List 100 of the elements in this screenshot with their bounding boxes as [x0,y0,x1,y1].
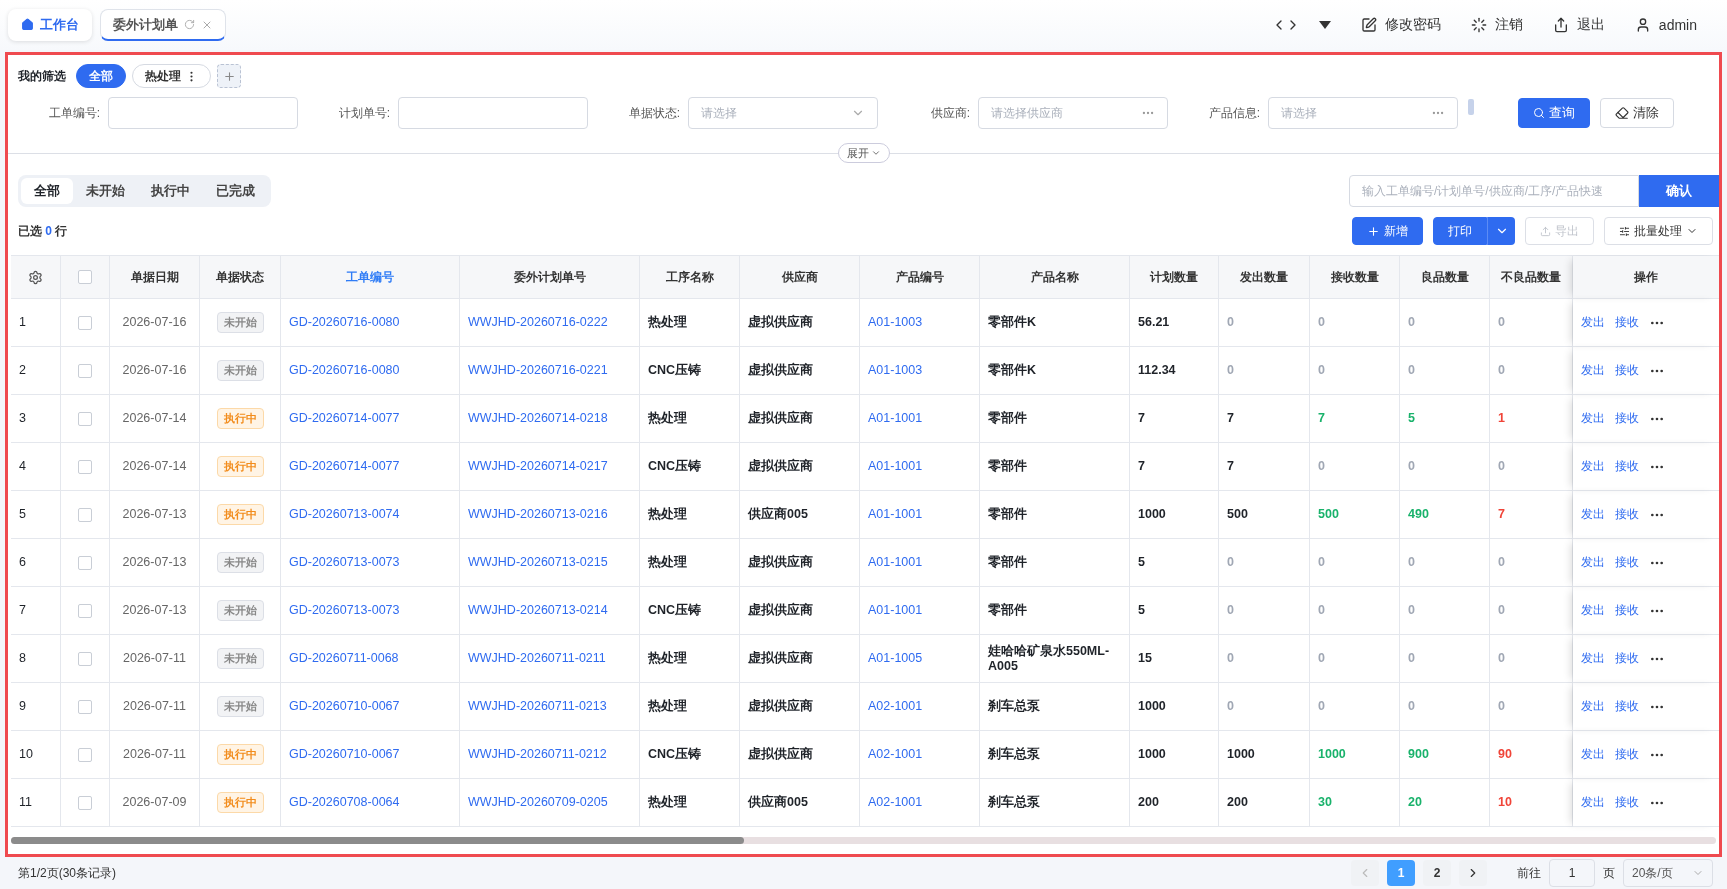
action-link[interactable]: 接收 [1615,362,1639,379]
link[interactable]: WWJHD-20260713-0216 [460,491,640,539]
page-button[interactable]: 1 [1387,860,1415,886]
link[interactable]: A01-1003 [860,347,980,395]
link[interactable]: GD-20260714-0077 [281,443,460,491]
link[interactable]: GD-20260716-0080 [281,299,460,347]
header-link[interactable]: 注销 [1470,16,1523,34]
add-filter-button[interactable] [217,64,241,88]
link[interactable]: GD-20260714-0077 [281,395,460,443]
checkbox[interactable] [78,747,92,762]
action-link[interactable]: 发出 [1581,314,1605,331]
input-field[interactable] [398,97,588,129]
link[interactable]: A01-1003 [860,299,980,347]
link[interactable]: WWJHD-20260716-0221 [460,347,640,395]
checkbox[interactable] [78,555,92,570]
checkbox[interactable] [78,459,92,474]
filter-chip[interactable]: 热处理 [132,64,211,88]
next-page-button[interactable] [1459,860,1487,886]
caret-icon[interactable] [1318,20,1331,30]
link[interactable]: GD-20260713-0073 [281,539,460,587]
action-link[interactable]: 发出 [1581,458,1605,475]
checkbox[interactable] [78,651,92,666]
link[interactable]: WWJHD-20260709-0205 [460,779,640,827]
link[interactable]: GD-20260710-0067 [281,731,460,779]
action-link[interactable]: 接收 [1615,794,1639,811]
page-tab[interactable]: 工作台 [8,9,92,41]
link[interactable]: A02-1001 [860,683,980,731]
link[interactable]: GD-20260710-0067 [281,683,460,731]
checkbox[interactable] [78,363,92,378]
status-tab[interactable]: 已完成 [203,178,268,204]
link[interactable]: WWJHD-20260716-0222 [460,299,640,347]
status-tab[interactable]: 未开始 [73,178,138,204]
link[interactable]: A01-1001 [860,395,980,443]
link[interactable]: WWJHD-20260714-0217 [460,443,640,491]
settings-icon[interactable] [28,269,43,285]
action-link[interactable]: 发出 [1581,410,1605,427]
action-link[interactable]: 接收 [1615,650,1639,667]
link[interactable]: A01-1001 [860,587,980,635]
action-link[interactable]: 发出 [1581,794,1605,811]
link[interactable]: GD-20260713-0074 [281,491,460,539]
link[interactable]: A02-1001 [860,779,980,827]
link[interactable]: WWJHD-20260713-0215 [460,539,640,587]
link[interactable]: A01-1001 [860,443,980,491]
action-link[interactable]: 发出 [1581,554,1605,571]
action-link[interactable]: 接收 [1615,602,1639,619]
action-link[interactable]: 发出 [1581,362,1605,379]
checkbox[interactable] [78,699,92,714]
action-link[interactable]: 发出 [1581,746,1605,763]
link[interactable]: WWJHD-20260714-0218 [460,395,640,443]
page-button[interactable]: 2 [1423,860,1451,886]
add-button[interactable]: 新增 [1352,217,1423,245]
clear-button[interactable]: 清除 [1600,98,1674,128]
table-cell: 7 [1219,395,1310,443]
header-link[interactable]: admin [1634,17,1697,33]
action-link[interactable]: 接收 [1615,314,1639,331]
page-input[interactable]: 1 [1549,859,1595,887]
action-link[interactable]: 接收 [1615,506,1639,523]
status-tab[interactable]: 执行中 [138,178,203,204]
action-link[interactable]: 接收 [1615,410,1639,427]
header-link[interactable]: 退出 [1552,16,1605,34]
link[interactable]: GD-20260716-0080 [281,347,460,395]
action-link[interactable]: 发出 [1581,506,1605,523]
link[interactable]: WWJHD-20260711-0212 [460,731,640,779]
action-link[interactable]: 发出 [1581,602,1605,619]
print-menu-button[interactable] [1487,217,1515,245]
checkbox[interactable] [78,411,92,426]
link[interactable]: WWJHD-20260713-0214 [460,587,640,635]
confirm-button[interactable]: 确认 [1639,175,1719,207]
link[interactable]: A01-1001 [860,491,980,539]
page-size-select[interactable]: 20条/页 [1623,859,1713,887]
action-link[interactable]: 接收 [1615,458,1639,475]
header-link[interactable]: 修改密码 [1360,16,1441,34]
horizontal-scrollbar[interactable] [11,837,1716,844]
action-link[interactable]: 接收 [1615,698,1639,715]
link[interactable]: A02-1001 [860,731,980,779]
status-tab[interactable]: 全部 [21,178,73,204]
action-link[interactable]: 接收 [1615,554,1639,571]
checkbox[interactable] [78,603,92,618]
link[interactable]: WWJHD-20260711-0213 [460,683,640,731]
link[interactable]: WWJHD-20260711-0211 [460,635,640,683]
action-link[interactable]: 发出 [1581,698,1605,715]
checkbox[interactable] [78,315,92,330]
checkbox[interactable] [78,507,92,522]
filter-chip[interactable]: 全部 [76,64,126,88]
action-link[interactable]: 发出 [1581,650,1605,667]
checkbox[interactable] [78,795,92,810]
link[interactable]: GD-20260711-0068 [281,635,460,683]
batch-button[interactable]: 批量处理 [1604,217,1713,245]
action-link[interactable]: 接收 [1615,746,1639,763]
link[interactable]: A01-1005 [860,635,980,683]
link[interactable]: GD-20260713-0073 [281,587,460,635]
print-button[interactable]: 打印 [1433,217,1487,245]
refresh-icon[interactable] [184,19,195,30]
checkbox[interactable] [78,270,92,284]
page-tab[interactable]: 委外计划单 [100,9,226,41]
expand-button[interactable]: 展开 [837,143,890,163]
link[interactable]: A01-1001 [860,539,980,587]
link[interactable]: GD-20260708-0064 [281,779,460,827]
search-button[interactable]: 查询 [1518,98,1590,128]
input-field[interactable] [108,97,298,129]
